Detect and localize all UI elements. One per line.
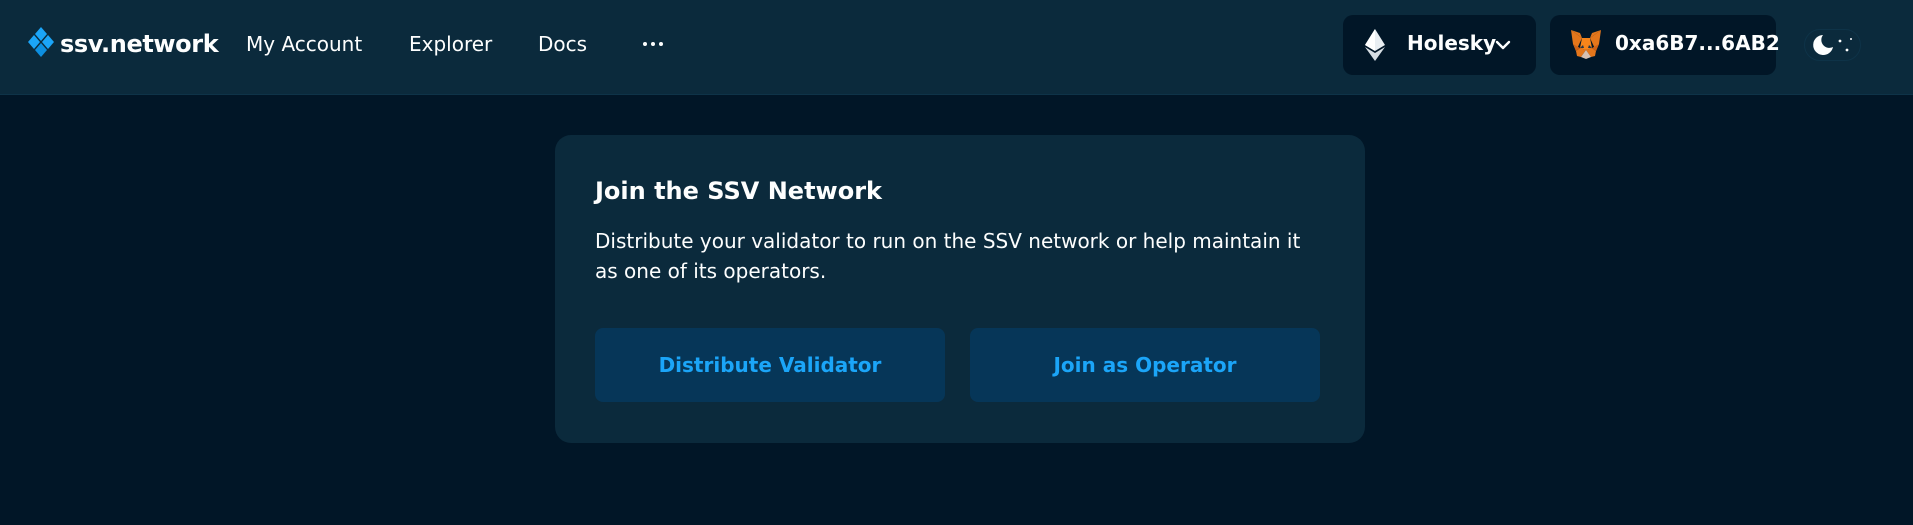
wallet-address: 0xa6B7...6AB2 — [1615, 31, 1780, 55]
card-description: Distribute your validator to run on the … — [595, 229, 1301, 283]
ssv-logo-icon — [28, 27, 54, 57]
ellipsis-icon — [643, 42, 647, 46]
distribute-validator-button[interactable]: Distribute Validator — [595, 328, 945, 402]
nav-explorer[interactable]: Explorer — [409, 30, 492, 58]
card-title: Join the SSV Network — [595, 177, 882, 205]
ethereum-icon — [1365, 29, 1385, 61]
moon-icon — [1813, 35, 1852, 55]
theme-toggle[interactable] — [1804, 29, 1861, 61]
network-selector[interactable]: Holesky — [1343, 15, 1536, 75]
chevron-down-icon — [1495, 40, 1511, 50]
wallet-button[interactable]: 0xa6B7...6AB2 — [1550, 15, 1780, 75]
join-as-operator-button[interactable]: Join as Operator — [970, 328, 1320, 402]
logo-text: ssv.network — [60, 30, 219, 58]
join-network-card: Join the SSV Network Distribute your val… — [555, 135, 1365, 443]
metamask-fox-icon — [1571, 30, 1601, 59]
more-menu-button[interactable] — [636, 28, 670, 60]
nav-docs[interactable]: Docs — [538, 30, 587, 58]
nav-my-account[interactable]: My Account — [246, 30, 362, 58]
network-name: Holesky — [1407, 31, 1497, 55]
top-navbar: ssv.network My Account Explorer Docs Hol… — [0, 0, 1913, 95]
ssv-logo[interactable]: ssv.network — [28, 26, 219, 62]
